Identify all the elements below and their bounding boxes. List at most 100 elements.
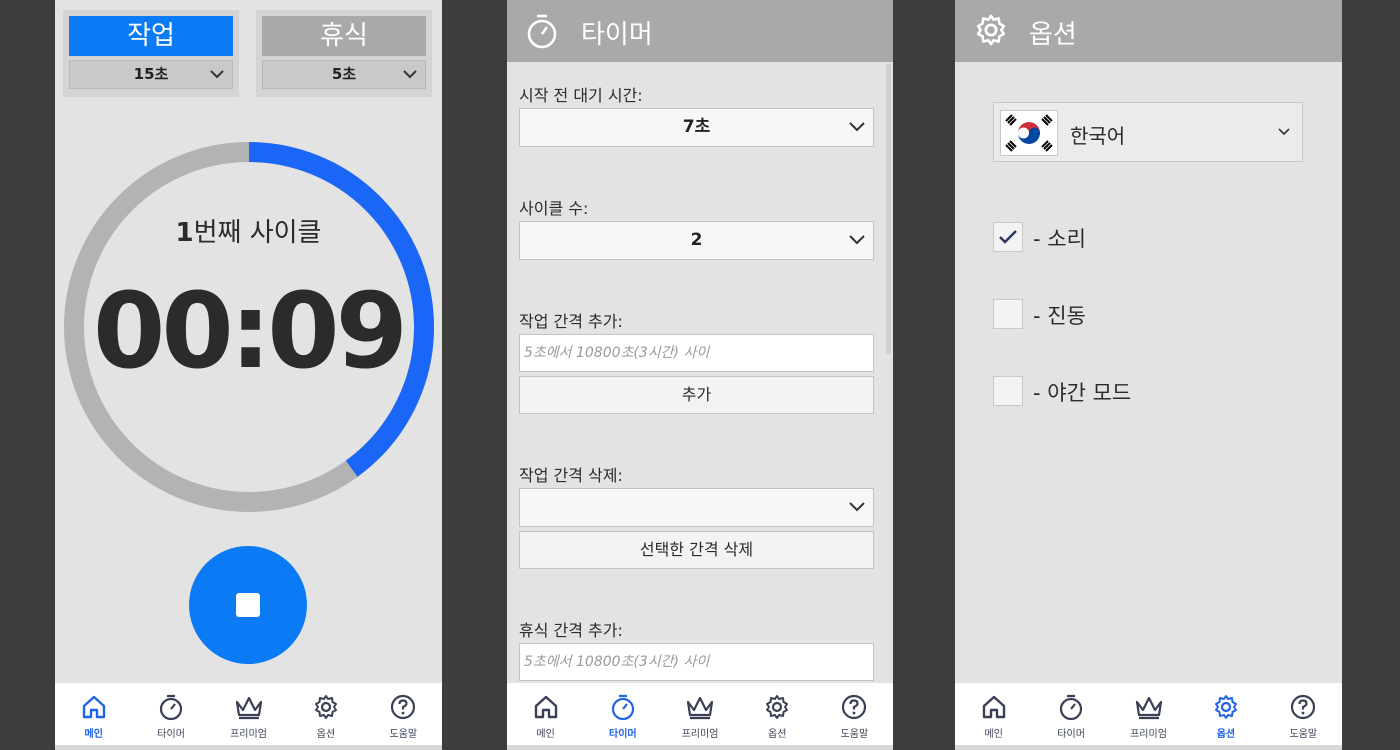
nav-item-premium[interactable]: 프리미엄 (1110, 683, 1187, 745)
chevron-down-icon (1278, 128, 1290, 136)
nav-item-options[interactable]: 옵션 (739, 683, 816, 745)
nav-item-options[interactable]: 옵션 (287, 683, 364, 745)
nav-item-help[interactable]: 도움말 (1265, 683, 1342, 745)
nav-bottom-strip (55, 745, 442, 750)
delete-work-select[interactable] (519, 488, 874, 527)
checkmark-icon (999, 230, 1017, 244)
home-icon (82, 695, 105, 719)
work-mode-button[interactable]: 작업 (69, 16, 233, 56)
chevron-down-icon (210, 70, 224, 79)
nav-label-premium: 프리미엄 (681, 729, 719, 740)
help-icon (1291, 694, 1316, 720)
nav-label-premium: 프리미엄 (230, 729, 267, 740)
nav-label-main: 메인 (536, 729, 555, 740)
nav-item-premium[interactable]: 프리미엄 (210, 683, 287, 745)
crown-icon (235, 696, 262, 720)
countdown-time: 00:09 (92, 270, 408, 392)
page-title: 옵션 (1029, 20, 1077, 50)
gear-icon (766, 695, 789, 719)
cycle-counter: 1번째 사이클 (55, 212, 442, 249)
timer-screen: 타이머 시작 전 대기 시간: 7초 사이클 수: 2 작업 간격 추가: 5초… (507, 0, 893, 750)
crown-icon (1135, 696, 1162, 720)
add-rest-input[interactable]: 5초에서 10800초(3시간) 사이 (519, 643, 874, 681)
nav-label-options: 옵션 (316, 729, 336, 740)
sound-checkbox[interactable] (993, 222, 1023, 252)
nav-label-timer: 타이머 (1057, 729, 1085, 740)
stopwatch-icon (1060, 694, 1083, 721)
rest-mode-button[interactable]: 휴식 (262, 16, 426, 56)
stop-icon (236, 593, 260, 617)
work-duration-value: 15초 (133, 65, 169, 83)
nav-label-options: 옵션 (768, 729, 787, 740)
timer-header: 타이머 (507, 0, 893, 62)
nav-item-premium[interactable]: 프리미엄 (661, 683, 738, 745)
nav-item-main[interactable]: 메인 (507, 683, 584, 745)
nav-item-timer[interactable]: 타이머 (584, 683, 661, 745)
nav-item-options[interactable]: 옵션 (1187, 683, 1264, 745)
add-rest-label: 휴식 간격 추가: (519, 621, 623, 640)
prestart-label: 시작 전 대기 시간: (519, 86, 643, 105)
nav-label-help: 도움말 (389, 729, 418, 740)
night-mode-label: - 야간 모드 (1033, 381, 1132, 405)
home-icon (982, 695, 1005, 719)
cycles-select[interactable]: 2 (519, 221, 874, 260)
rest-duration-value: 5초 (331, 65, 357, 83)
night-mode-checkbox[interactable] (993, 376, 1023, 406)
work-duration-select[interactable]: 15초 (69, 60, 233, 89)
bottom-nav: 메인 타이머 프리미엄 옵션 도움말 (507, 683, 893, 745)
nav-item-timer[interactable]: 타이머 (132, 683, 209, 745)
vibration-label: - 진동 (1033, 304, 1086, 328)
delete-selected-button[interactable]: 선택한 간격 삭제 (519, 531, 874, 569)
home-icon (534, 695, 557, 719)
prestart-select[interactable]: 7초 (519, 108, 874, 147)
chevron-down-icon (849, 122, 865, 132)
nav-label-help: 도움말 (1289, 729, 1318, 740)
nav-item-timer[interactable]: 타이머 (1032, 683, 1109, 745)
rest-mode-panel: 휴식 5초 (256, 10, 432, 97)
nav-bottom-strip (507, 745, 893, 750)
nav-item-main[interactable]: 메인 (55, 683, 132, 745)
nav-label-premium: 프리미엄 (1130, 729, 1167, 740)
prestart-value: 7초 (682, 117, 711, 137)
scrollbar[interactable] (886, 64, 891, 354)
cycles-value: 2 (690, 230, 703, 250)
help-icon (391, 694, 416, 720)
page-title: 타이머 (581, 20, 653, 50)
sound-label: - 소리 (1033, 227, 1086, 251)
stop-button[interactable] (189, 546, 307, 664)
add-work-label: 작업 간격 추가: (519, 312, 623, 331)
rest-duration-select[interactable]: 5초 (262, 60, 426, 89)
korea-flag-icon (1000, 110, 1058, 156)
options-screen: 옵션 한국어 - 소리 - 진동 - 야간 모드 메인 타이머 프리미엄 옵션 … (955, 0, 1342, 750)
chevron-down-icon (849, 502, 865, 512)
nav-item-main[interactable]: 메인 (955, 683, 1032, 745)
vibration-checkbox[interactable] (993, 299, 1023, 329)
language-value: 한국어 (1070, 124, 1126, 148)
chevron-down-icon (849, 235, 865, 245)
bottom-nav: 메인 타이머 프리미엄 옵션 도움말 (55, 683, 442, 745)
cycle-suffix: 번째 사이클 (193, 218, 322, 248)
cycles-label: 사이클 수: (519, 199, 589, 218)
stopwatch-icon (527, 14, 557, 49)
stopwatch-icon (611, 694, 634, 721)
cycle-number: 1 (175, 218, 194, 248)
nav-label-main: 메인 (84, 729, 103, 740)
nav-label-timer: 타이머 (157, 729, 185, 740)
nav-label-timer: 타이머 (609, 729, 637, 740)
nav-item-help[interactable]: 도움말 (365, 683, 442, 745)
language-select[interactable]: 한국어 (993, 102, 1303, 162)
nav-label-main: 메인 (984, 729, 1003, 740)
gear-icon (1214, 695, 1237, 719)
work-mode-panel: 작업 15초 (63, 10, 239, 97)
add-work-input[interactable]: 5초에서 10800초(3시간) 사이 (519, 334, 874, 372)
add-button[interactable]: 추가 (519, 376, 874, 414)
help-icon (842, 694, 867, 720)
bottom-nav: 메인 타이머 프리미엄 옵션 도움말 (955, 683, 1342, 745)
nav-label-help: 도움말 (840, 729, 869, 740)
gear-icon (314, 695, 337, 719)
nav-label-options: 옵션 (1216, 729, 1236, 740)
main-screen: 작업 15초 휴식 5초 1번째 사이클 00:09 메인 타이머 프리미엄 옵… (55, 0, 442, 750)
stopwatch-icon (160, 694, 183, 721)
options-header: 옵션 (955, 0, 1342, 62)
nav-item-help[interactable]: 도움말 (816, 683, 893, 745)
